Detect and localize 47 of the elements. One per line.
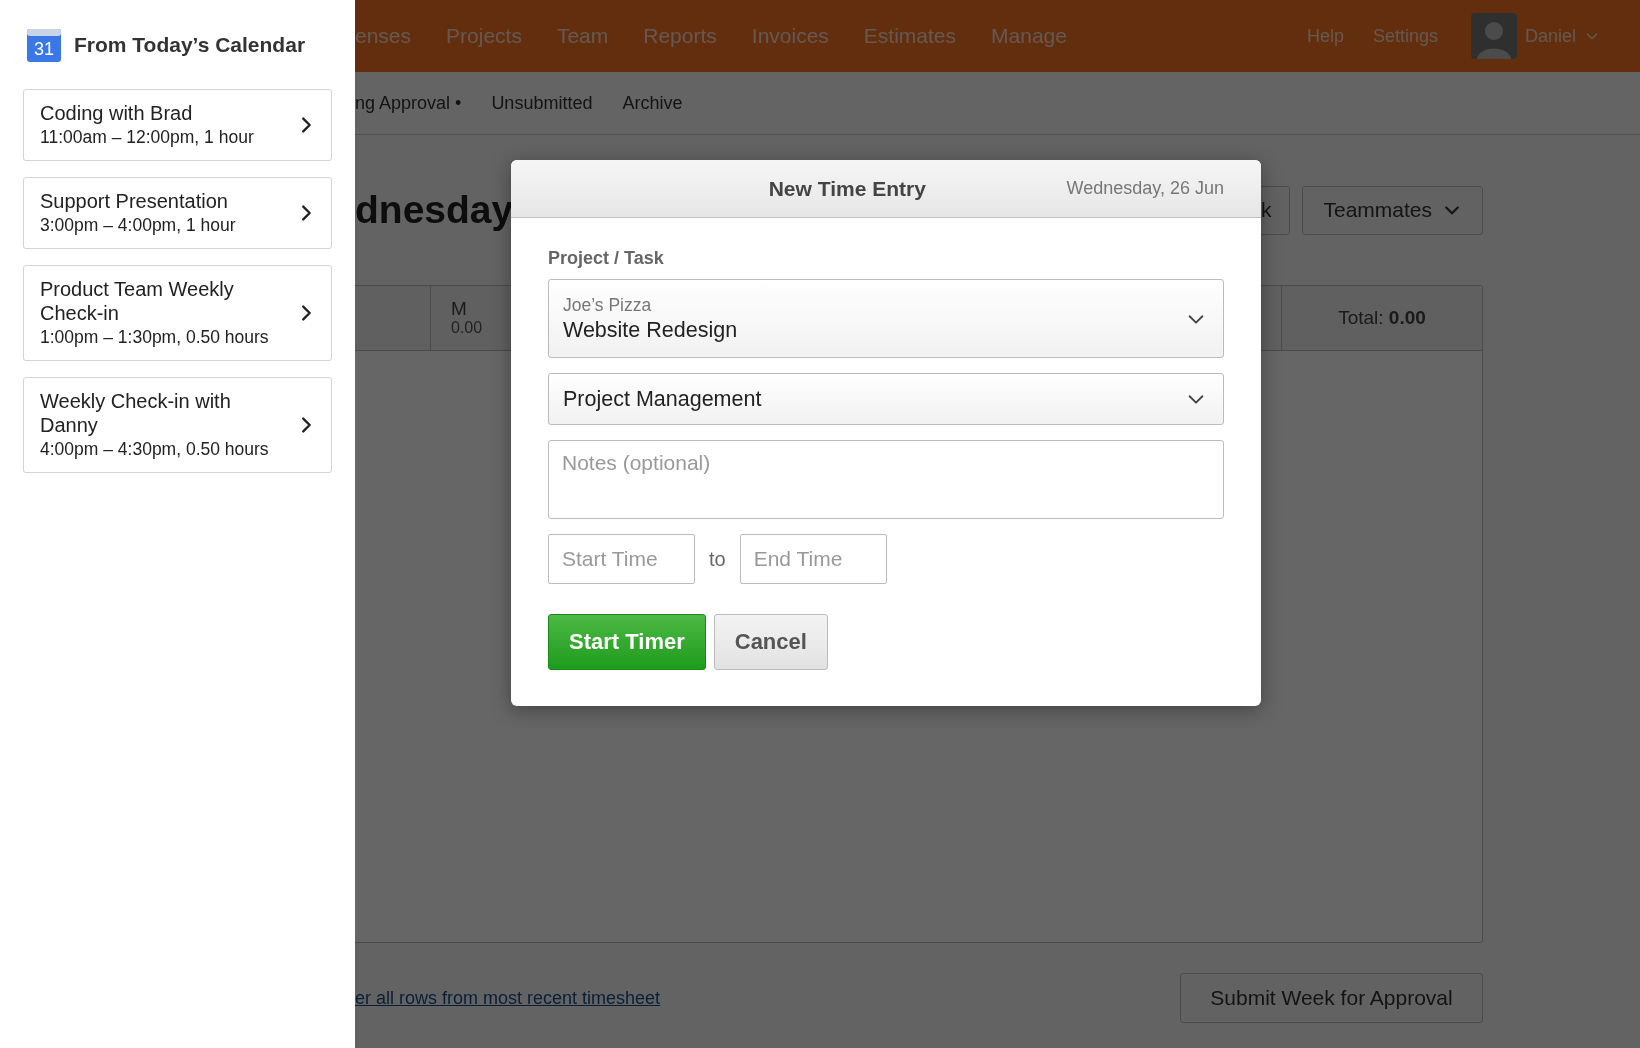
event-title: Support Presentation xyxy=(40,189,229,213)
sidebar-title: From Today’s Calendar xyxy=(74,33,306,57)
start-time-field[interactable]: Start Time xyxy=(548,534,695,584)
separator-text: to xyxy=(709,547,726,571)
entry-date: Wednesday, 26 Jun xyxy=(1066,178,1224,199)
event-title: Weekly Check-in with Danny xyxy=(40,389,232,437)
event-title: Coding with Brad xyxy=(40,101,194,125)
event-time: 3:00pm – 4:00pm, 1 hour xyxy=(40,214,237,236)
cancel-button[interactable]: Cancel xyxy=(713,614,828,670)
nav-link[interactable]: enses xyxy=(355,24,412,48)
sub-nav-link[interactable]: Unsubmitted xyxy=(491,92,593,114)
calendar-event-card[interactable]: Weekly Check-in with Danny 4:00pm – 4:30pm, 0.50 hours xyxy=(23,377,332,473)
notes-field[interactable]: Notes (optional) xyxy=(548,440,1224,519)
calendar-icon xyxy=(26,27,62,63)
nav-link[interactable]: Manage xyxy=(991,24,1067,48)
sub-nav-link[interactable]: Archive xyxy=(622,92,683,114)
field-label: Project / Task xyxy=(548,248,665,269)
modal-title: New Time Entry xyxy=(767,176,927,201)
copy-rows-link[interactable]: er all rows from most recent timesheet xyxy=(355,987,661,1009)
total-hours: Total: 0.00 xyxy=(1338,307,1426,329)
header-link[interactable]: Help xyxy=(1306,25,1344,47)
nav-link[interactable]: Invoices xyxy=(751,24,829,48)
event-title: Product Team Weekly Check-in xyxy=(40,277,235,325)
submit-week-button[interactable]: Submit Week for Approval xyxy=(1180,973,1483,1023)
nav-link[interactable]: Team xyxy=(556,24,609,48)
event-time: 4:00pm – 4:30pm, 0.50 hours xyxy=(40,438,270,460)
calendar-day-number: 31 xyxy=(34,39,54,59)
nav-link[interactable]: Estimates xyxy=(863,24,957,48)
event-time: 11:00am – 12:00pm, 1 hour xyxy=(40,126,255,148)
task-select[interactable]: Project Management xyxy=(548,373,1224,425)
day-label: M xyxy=(451,298,468,319)
end-time-field[interactable]: End Time xyxy=(739,534,887,584)
calendar-event-card[interactable]: Coding with Brad 11:00am – 12:00pm, 1 hour xyxy=(23,89,332,161)
avatar-icon xyxy=(1470,13,1517,59)
calendar-event-card[interactable]: Product Team Weekly Check-in 1:00pm – 1:30pm, 0.50 hours xyxy=(23,265,332,361)
header-link[interactable]: Settings xyxy=(1372,25,1438,47)
project-select[interactable]: Joe’s Pizza Website Redesign xyxy=(548,279,1224,358)
start-timer-button[interactable]: Start Timer xyxy=(548,614,706,670)
nav-link[interactable]: Reports xyxy=(643,24,717,48)
sub-nav-link[interactable]: ng Approval • xyxy=(355,92,462,114)
user-name[interactable]: Daniel xyxy=(1524,25,1576,47)
calendar-event-card[interactable]: Support Presentation 3:00pm – 4:00pm, 1 hour xyxy=(23,177,332,249)
page-heading: dnesday xyxy=(355,188,514,232)
nav-link[interactable]: Projects xyxy=(446,24,522,48)
event-time: 1:00pm – 1:30pm, 0.50 hours xyxy=(40,326,270,348)
teammates-dropdown[interactable]: Teammates xyxy=(1302,185,1483,235)
day-hours: 0.00 xyxy=(451,319,484,337)
